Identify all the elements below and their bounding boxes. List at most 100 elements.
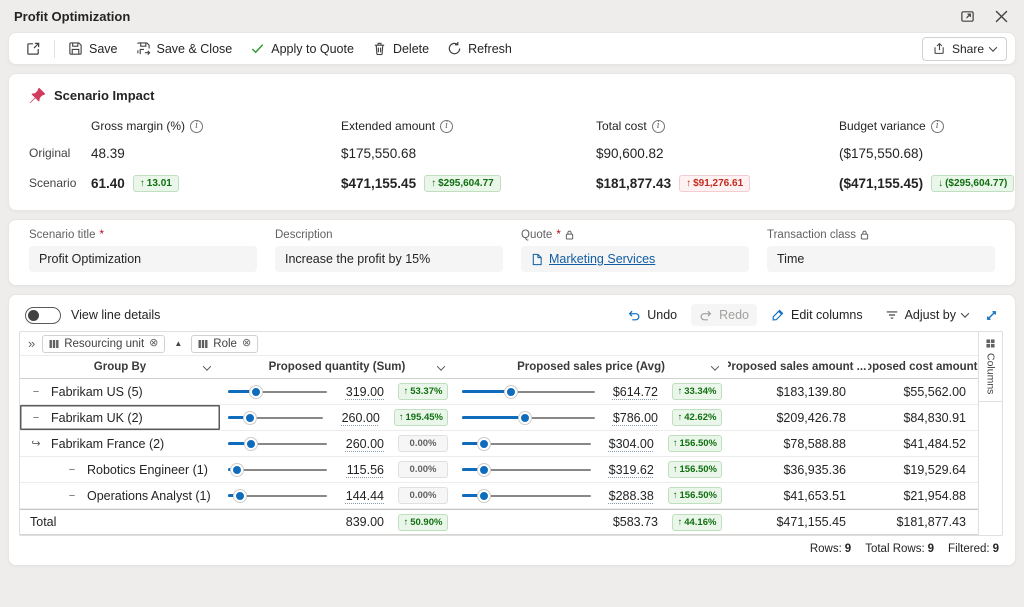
description-input[interactable]: Increase the profit by 15%: [275, 246, 503, 272]
field-scenario-title: Scenario title* Profit Optimization: [29, 229, 257, 272]
grid-toolbar: View line details Undo Redo Edit columns…: [19, 303, 1003, 331]
remove-group-icon[interactable]: ⊗: [149, 338, 158, 349]
undo-button[interactable]: Undo: [619, 304, 685, 326]
table-row[interactable]: − Robotics Engineer (1) 115.56 0.00% $31…: [20, 457, 978, 483]
share-button[interactable]: Share: [922, 37, 1007, 61]
cost-amount-cell: $84,830.91: [868, 405, 978, 430]
slider-thumb[interactable]: [250, 386, 262, 398]
column-header-proposed-quantity[interactable]: Proposed quantity (Sum): [220, 356, 454, 378]
scenario-row-label: Scenario: [29, 170, 91, 196]
price-slider[interactable]: [462, 436, 591, 452]
quantity-value[interactable]: 319.00: [334, 385, 384, 399]
expand-grid-icon[interactable]: [982, 306, 1001, 325]
grid-header-row: Group By Proposed quantity (Sum) Propose…: [20, 356, 978, 379]
price-value[interactable]: $319.62: [598, 463, 654, 477]
delete-button[interactable]: Delete: [363, 36, 438, 61]
price-value[interactable]: $786.00: [602, 411, 658, 425]
price-value[interactable]: $614.72: [602, 385, 658, 399]
table-row[interactable]: − Fabrikam UK (2) 260.00 ↑ 195.45% $786.…: [20, 405, 978, 431]
delta-badge: ↑ $91,276.61: [679, 175, 750, 192]
total-price: $583.73: [602, 515, 658, 529]
group-name: Fabrikam UK (2): [51, 411, 143, 425]
group-chip-resourcing-unit[interactable]: Resourcing unit ⊗: [42, 335, 165, 353]
row-expander-icon[interactable]: −: [66, 464, 78, 476]
sales-amount-cell: $183,139.80: [728, 379, 868, 404]
slider-thumb[interactable]: [519, 412, 531, 424]
slider-thumb[interactable]: [478, 438, 490, 450]
lock-icon: [565, 230, 574, 240]
grid-rows: − Fabrikam US (5) 319.00 ↑ 53.37% $614.7…: [20, 379, 978, 509]
quantity-slider[interactable]: [228, 410, 323, 426]
original-gross-margin: 48.39: [91, 140, 341, 166]
quantity-slider[interactable]: [228, 436, 327, 452]
slider-thumb[interactable]: [234, 490, 246, 502]
view-line-details-label: View line details: [71, 308, 160, 322]
original-row-label: Original: [29, 140, 91, 166]
save-close-icon: [136, 41, 151, 56]
remove-group-icon[interactable]: ⊗: [242, 338, 251, 349]
quote-link[interactable]: Marketing Services: [549, 252, 655, 266]
price-slider[interactable]: [462, 462, 591, 478]
collapse-groups-icon[interactable]: »: [28, 336, 33, 351]
delta-badge: ↑ 13.01: [133, 175, 179, 192]
redo-button[interactable]: Redo: [691, 304, 757, 326]
group-chip-role[interactable]: Role ⊗: [191, 335, 258, 353]
slider-thumb[interactable]: [244, 412, 256, 424]
edit-columns-button[interactable]: Edit columns: [763, 304, 871, 326]
quantity-value[interactable]: 260.00: [330, 411, 380, 425]
quantity-change-badge: 0.00%: [398, 461, 448, 478]
slider-thumb[interactable]: [478, 490, 490, 502]
quantity-value[interactable]: 115.56: [334, 463, 384, 477]
group-by-bar: » Resourcing unit ⊗ ▲ Role ⊗: [20, 332, 978, 356]
price-slider[interactable]: [462, 488, 591, 504]
view-line-details-toggle[interactable]: [25, 307, 61, 324]
grid-total-row: Total 839.00 ↑ 50.90% $583.73 ↑ 44.16% $…: [20, 509, 978, 535]
info-icon[interactable]: i: [440, 120, 453, 133]
price-change-badge: ↑ 42.62%: [672, 409, 722, 426]
info-icon[interactable]: i: [652, 120, 665, 133]
adjust-by-button[interactable]: Adjust by: [877, 304, 976, 326]
transaction-class-input[interactable]: Time: [767, 246, 995, 272]
info-icon[interactable]: i: [931, 120, 944, 133]
row-expander-icon[interactable]: −: [30, 412, 42, 424]
slider-thumb[interactable]: [245, 438, 257, 450]
info-icon[interactable]: i: [190, 120, 203, 133]
row-expander-icon[interactable]: −: [30, 386, 42, 398]
apply-to-quote-button[interactable]: Apply to Quote: [241, 36, 363, 61]
close-icon[interactable]: [993, 8, 1010, 25]
slider-thumb[interactable]: [505, 386, 517, 398]
column-header-proposed-sales-amount[interactable]: Proposed sales amount ...: [728, 356, 868, 378]
chevron-down-icon: [437, 362, 445, 370]
price-value[interactable]: $304.00: [598, 437, 654, 451]
column-header-group-by[interactable]: Group By: [20, 356, 220, 378]
required-asterisk: *: [99, 229, 103, 241]
row-expander-icon[interactable]: ↪: [30, 437, 42, 450]
open-in-new-window-button[interactable]: [17, 36, 50, 61]
quantity-value[interactable]: 260.00: [334, 437, 384, 451]
row-expander-icon[interactable]: −: [66, 490, 78, 502]
table-row[interactable]: ↪ Fabrikam France (2) 260.00 0.00% $304.…: [20, 431, 978, 457]
scenario-title-input[interactable]: Profit Optimization: [29, 246, 257, 272]
save-button[interactable]: Save: [59, 36, 127, 61]
table-row[interactable]: − Fabrikam US (5) 319.00 ↑ 53.37% $614.7…: [20, 379, 978, 405]
column-icon: [198, 339, 208, 349]
popout-icon[interactable]: [958, 7, 977, 26]
metric-header: Gross margin (%): [91, 119, 185, 133]
quantity-slider[interactable]: [228, 384, 327, 400]
quantity-slider[interactable]: [228, 462, 327, 478]
price-value[interactable]: $288.38: [598, 489, 654, 503]
quantity-slider[interactable]: [228, 488, 327, 504]
save-and-close-button[interactable]: Save & Close: [127, 36, 242, 61]
price-slider[interactable]: [462, 410, 595, 426]
column-header-proposed-cost-amount[interactable]: Proposed cost amount...: [868, 356, 978, 378]
table-row[interactable]: − Operations Analyst (1) 144.44 0.00% $2…: [20, 483, 978, 509]
column-header-proposed-sales-price[interactable]: Proposed sales price (Avg): [454, 356, 728, 378]
price-slider[interactable]: [462, 384, 595, 400]
cost-amount-cell: $41,484.52: [868, 431, 978, 456]
columns-panel-tab[interactable]: Columns: [979, 332, 1002, 402]
refresh-button[interactable]: Refresh: [438, 36, 521, 61]
quantity-value[interactable]: 144.44: [334, 489, 384, 503]
slider-thumb[interactable]: [231, 464, 243, 476]
slider-thumb[interactable]: [478, 464, 490, 476]
quote-lookup-field[interactable]: Marketing Services: [521, 246, 749, 272]
